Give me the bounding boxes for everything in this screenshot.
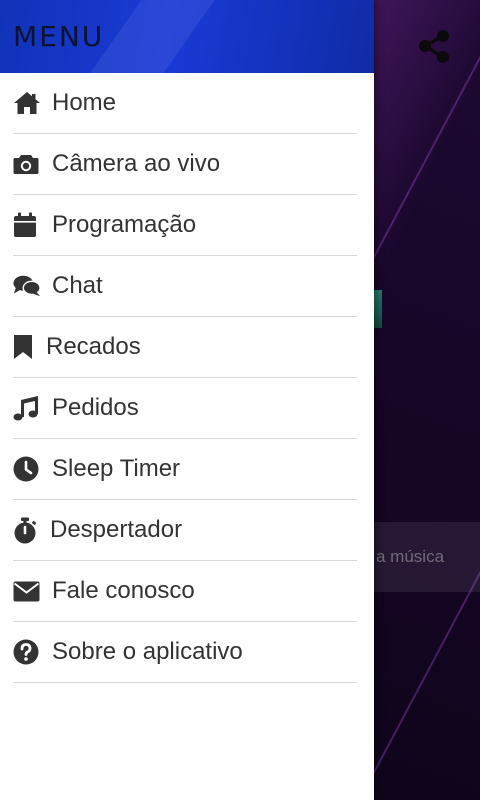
- menu-item-label: Recados: [46, 333, 141, 360]
- menu-item-programacao[interactable]: Programação: [13, 195, 357, 256]
- menu-item-label: Chat: [52, 272, 103, 299]
- calendar-icon: [13, 211, 41, 239]
- menu-item-sobre[interactable]: Sobre o aplicativo: [13, 622, 357, 683]
- header-gloss: [85, 0, 215, 73]
- menu-item-label: Sleep Timer: [52, 455, 181, 482]
- bookmark-icon: [13, 333, 35, 361]
- music-note-icon: [13, 394, 41, 422]
- help-circle-icon: [13, 638, 41, 666]
- menu-item-label: Despertador: [50, 516, 183, 543]
- now-playing-text: a música: [376, 547, 445, 566]
- navigation-drawer: MENU Home Câmera ao vivo Programação Cha…: [0, 0, 374, 800]
- menu-item-label: Câmera ao vivo: [52, 150, 221, 177]
- menu-item-home[interactable]: Home: [13, 73, 357, 134]
- menu-item-despertador[interactable]: Despertador: [13, 500, 357, 561]
- menu-item-chat[interactable]: Chat: [13, 256, 357, 317]
- menu-item-camera[interactable]: Câmera ao vivo: [13, 134, 357, 195]
- menu-item-pedidos[interactable]: Pedidos: [13, 378, 357, 439]
- menu-item-label: Pedidos: [52, 394, 139, 421]
- menu-item-sleep-timer[interactable]: Sleep Timer: [13, 439, 357, 500]
- home-icon: [13, 89, 41, 117]
- clock-icon: [13, 455, 41, 483]
- menu-item-label: Home: [52, 89, 117, 116]
- drawer-title: MENU: [13, 20, 105, 53]
- stopwatch-icon: [13, 516, 39, 544]
- menu-item-label: Fale conosco: [52, 577, 195, 604]
- menu-item-label: Sobre o aplicativo: [52, 638, 243, 665]
- menu-item-fale-conosco[interactable]: Fale conosco: [13, 561, 357, 622]
- menu-item-recados[interactable]: Recados: [13, 317, 357, 378]
- drawer-header: MENU: [0, 0, 374, 73]
- envelope-icon: [13, 577, 41, 605]
- camera-icon: [13, 150, 41, 178]
- chat-icon: [13, 272, 41, 300]
- menu-list: Home Câmera ao vivo Programação Chat Rec: [0, 73, 374, 683]
- now-playing-strip: a música: [374, 522, 480, 592]
- background-artwork: [374, 290, 382, 328]
- menu-item-label: Programação: [52, 211, 197, 238]
- share-icon[interactable]: [416, 28, 452, 64]
